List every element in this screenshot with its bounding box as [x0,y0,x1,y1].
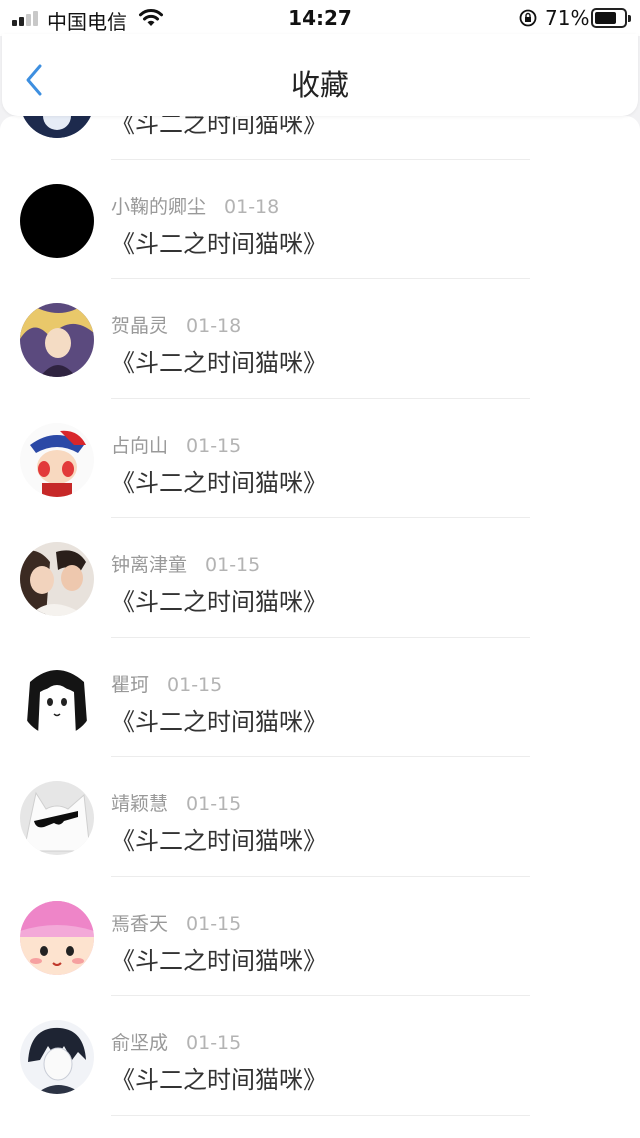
item-date: 01-15 [186,912,242,935]
user-avatar[interactable] [20,303,94,377]
item-date: 01-15 [205,554,261,576]
user-name: 贺晶灵 [111,315,169,337]
item-date: 01-18 [186,315,242,337]
item-title[interactable]: 《斗二之时间猫咪》 [111,116,327,139]
list-item[interactable]: 钟离津童 01-15 《斗二之时间猫咪》 [0,518,640,638]
favorites-list: 《斗二之时间猫咪》 小鞠的卿尘 01-18 《斗二之时间猫咪》 贺晶灵 01-18 … [0,116,640,1138]
list-item[interactable]: 俞坚成 01-15 《斗二之时间猫咪》 [0,996,640,1116]
list-item[interactable]: 贺晶灵 01-18 《斗二之时间猫咪》 [0,279,640,399]
item-meta: 俞坚成 01-15 [111,1028,241,1055]
user-name: 焉香天 [111,912,169,935]
rotation-lock-icon [519,9,537,27]
list-item[interactable]: 小鞠的卿尘 01-18 《斗二之时间猫咪》 [0,160,640,279]
user-avatar[interactable] [20,183,94,258]
item-date: 01-18 [224,195,280,218]
item-title[interactable]: 《斗二之时间猫咪》 [111,582,327,617]
item-date: 01-15 [186,793,242,815]
user-name: 靖颖慧 [111,793,169,815]
item-meta: 占向山 01-15 [111,431,241,458]
item-meta: 贺晶灵 01-18 [111,311,241,338]
page-title: 收藏 [290,68,349,102]
item-date: 01-15 [186,1032,242,1054]
item-title[interactable]: 《斗二之时间猫咪》 [111,1060,327,1095]
user-name: 占向山 [111,434,169,457]
list-item[interactable]: 焉香天 01-15 《斗二之时间猫咪》 [0,877,640,996]
user-name: 钟离津童 [111,554,188,576]
item-meta: 小鞠的卿尘 01-18 [111,192,279,219]
user-avatar[interactable] [20,1020,94,1094]
user-name: 小鞠的卿尘 [111,195,207,218]
user-avatar[interactable] [20,542,94,616]
user-avatar[interactable] [20,661,94,736]
user-avatar[interactable] [20,422,94,497]
user-avatar[interactable] [20,781,94,855]
item-meta: 靖颖慧 01-15 [111,789,241,816]
navigation-bar: 收藏 [2,34,638,116]
item-title[interactable]: 《斗二之时间猫咪》 [111,821,327,856]
list-item[interactable]: 靖颖慧 01-15 《斗二之时间猫咪》 [0,757,640,877]
user-avatar[interactable] [20,900,94,975]
divider [111,1114,530,1116]
item-date: 01-15 [167,673,223,696]
item-title[interactable]: 《斗二之时间猫咪》 [111,702,327,737]
item-title[interactable]: 《斗二之时间猫咪》 [111,224,327,259]
item-date: 01-15 [186,434,242,457]
battery-percentage: 71% [545,6,590,30]
battery-icon [591,8,631,28]
list-item[interactable]: 《斗二之时间猫咪》 [0,116,640,160]
user-name: 俞坚成 [111,1032,169,1054]
item-title[interactable]: 《斗二之时间猫咪》 [111,343,327,378]
item-meta: 钟离津童 01-15 [111,550,260,577]
status-bar: 中国电信 14:27 71% [0,0,640,36]
item-title[interactable]: 《斗二之时间猫咪》 [111,941,327,976]
list-item[interactable]: 瞿珂 01-15 《斗二之时间猫咪》 [0,638,640,757]
item-meta: 瞿珂 01-15 [111,670,222,697]
user-avatar[interactable] [20,116,94,138]
item-meta: 焉香天 01-15 [111,909,241,936]
clock: 14:27 [288,6,352,30]
list-item[interactable]: 占向山 01-15 《斗二之时间猫咪》 [0,399,640,518]
user-name: 瞿珂 [111,673,150,696]
item-title[interactable]: 《斗二之时间猫咪》 [111,463,327,498]
